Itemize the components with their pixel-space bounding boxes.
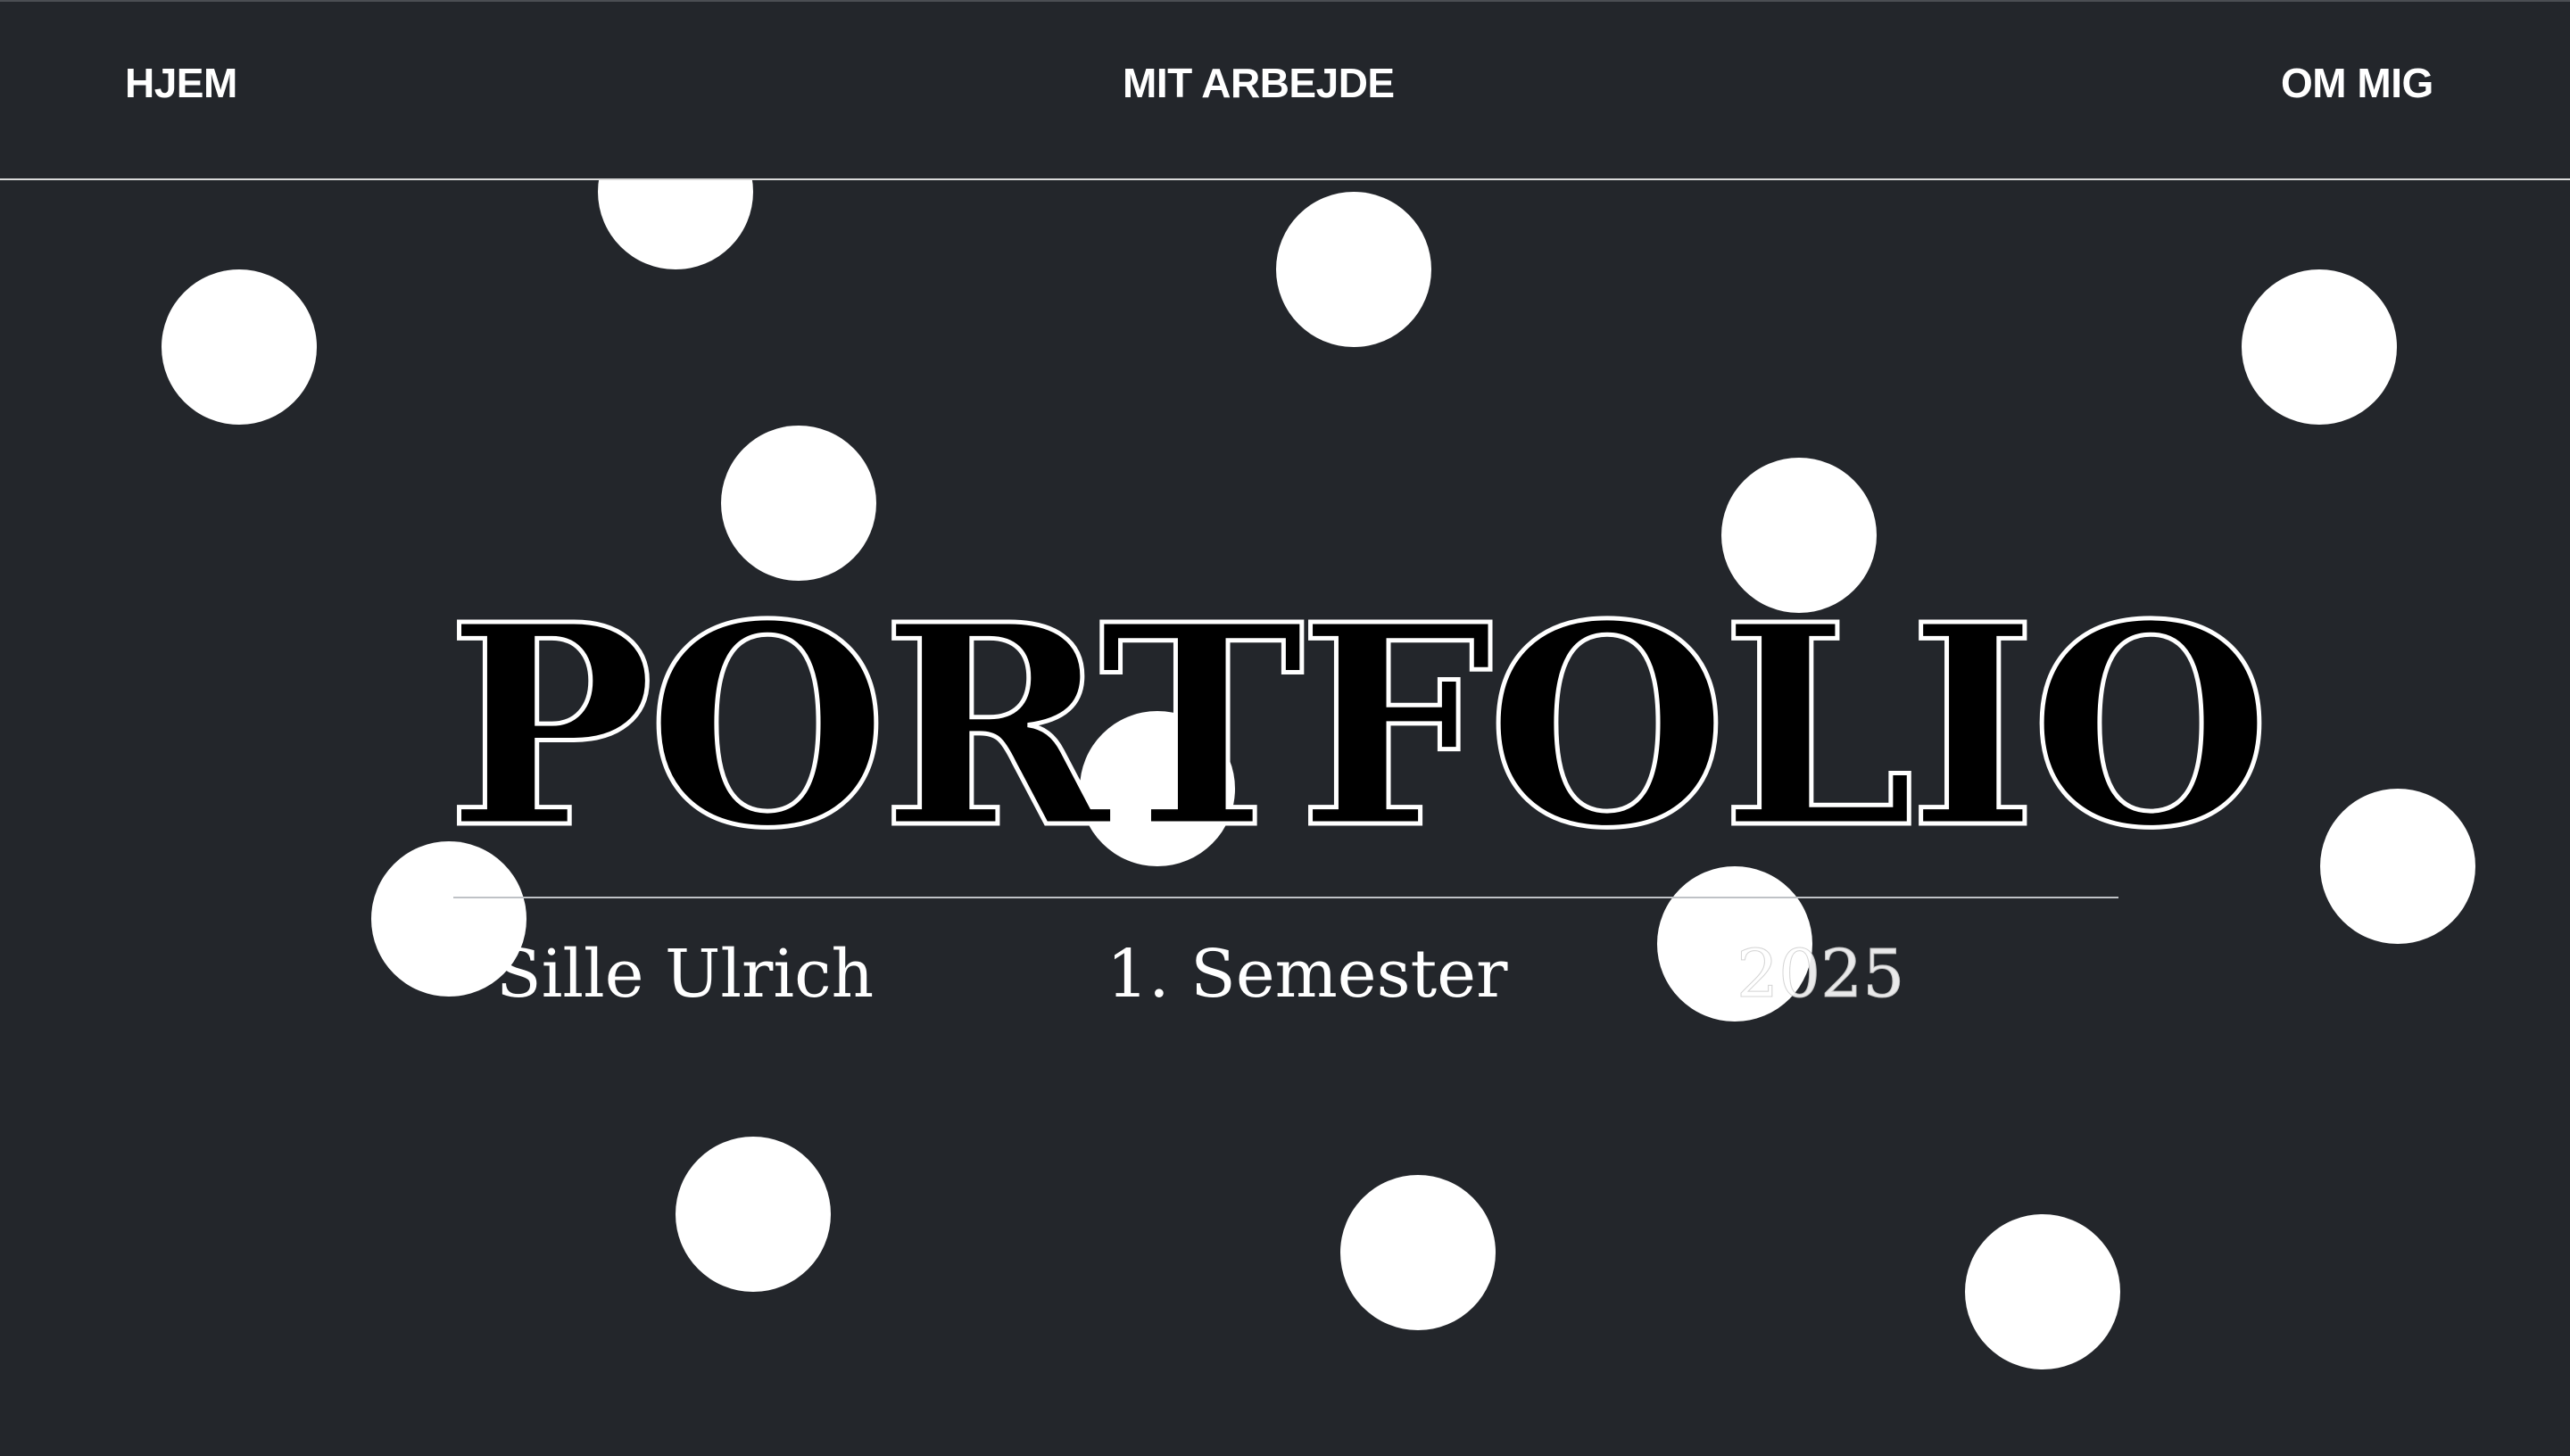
year-label: 2025 (1736, 936, 1905, 1013)
portfolio-title: PORTFOLIO (444, 565, 2274, 889)
nav-link-home[interactable]: HJEM (125, 62, 237, 103)
decorative-dot (1340, 1175, 1496, 1330)
decorative-dot (1965, 1214, 2120, 1369)
decorative-dot (676, 1137, 831, 1292)
decorative-dot (1276, 192, 1431, 347)
nav-link-my-work[interactable]: MIT ARBEJDE (1123, 62, 1395, 103)
author-name: Sille Ulrich (496, 936, 875, 1013)
decorative-dot (162, 269, 317, 425)
semester-label: 1. Semester (1107, 936, 1508, 1013)
nav-link-about-me[interactable]: OM MIG (2281, 62, 2433, 103)
decorative-dot (2242, 269, 2397, 425)
decorative-dot (2320, 789, 2475, 944)
title-divider (453, 897, 2118, 898)
decorative-dot (721, 426, 876, 581)
top-navigation: HJEM MIT ARBEJDE OM MIG (0, 0, 2570, 180)
